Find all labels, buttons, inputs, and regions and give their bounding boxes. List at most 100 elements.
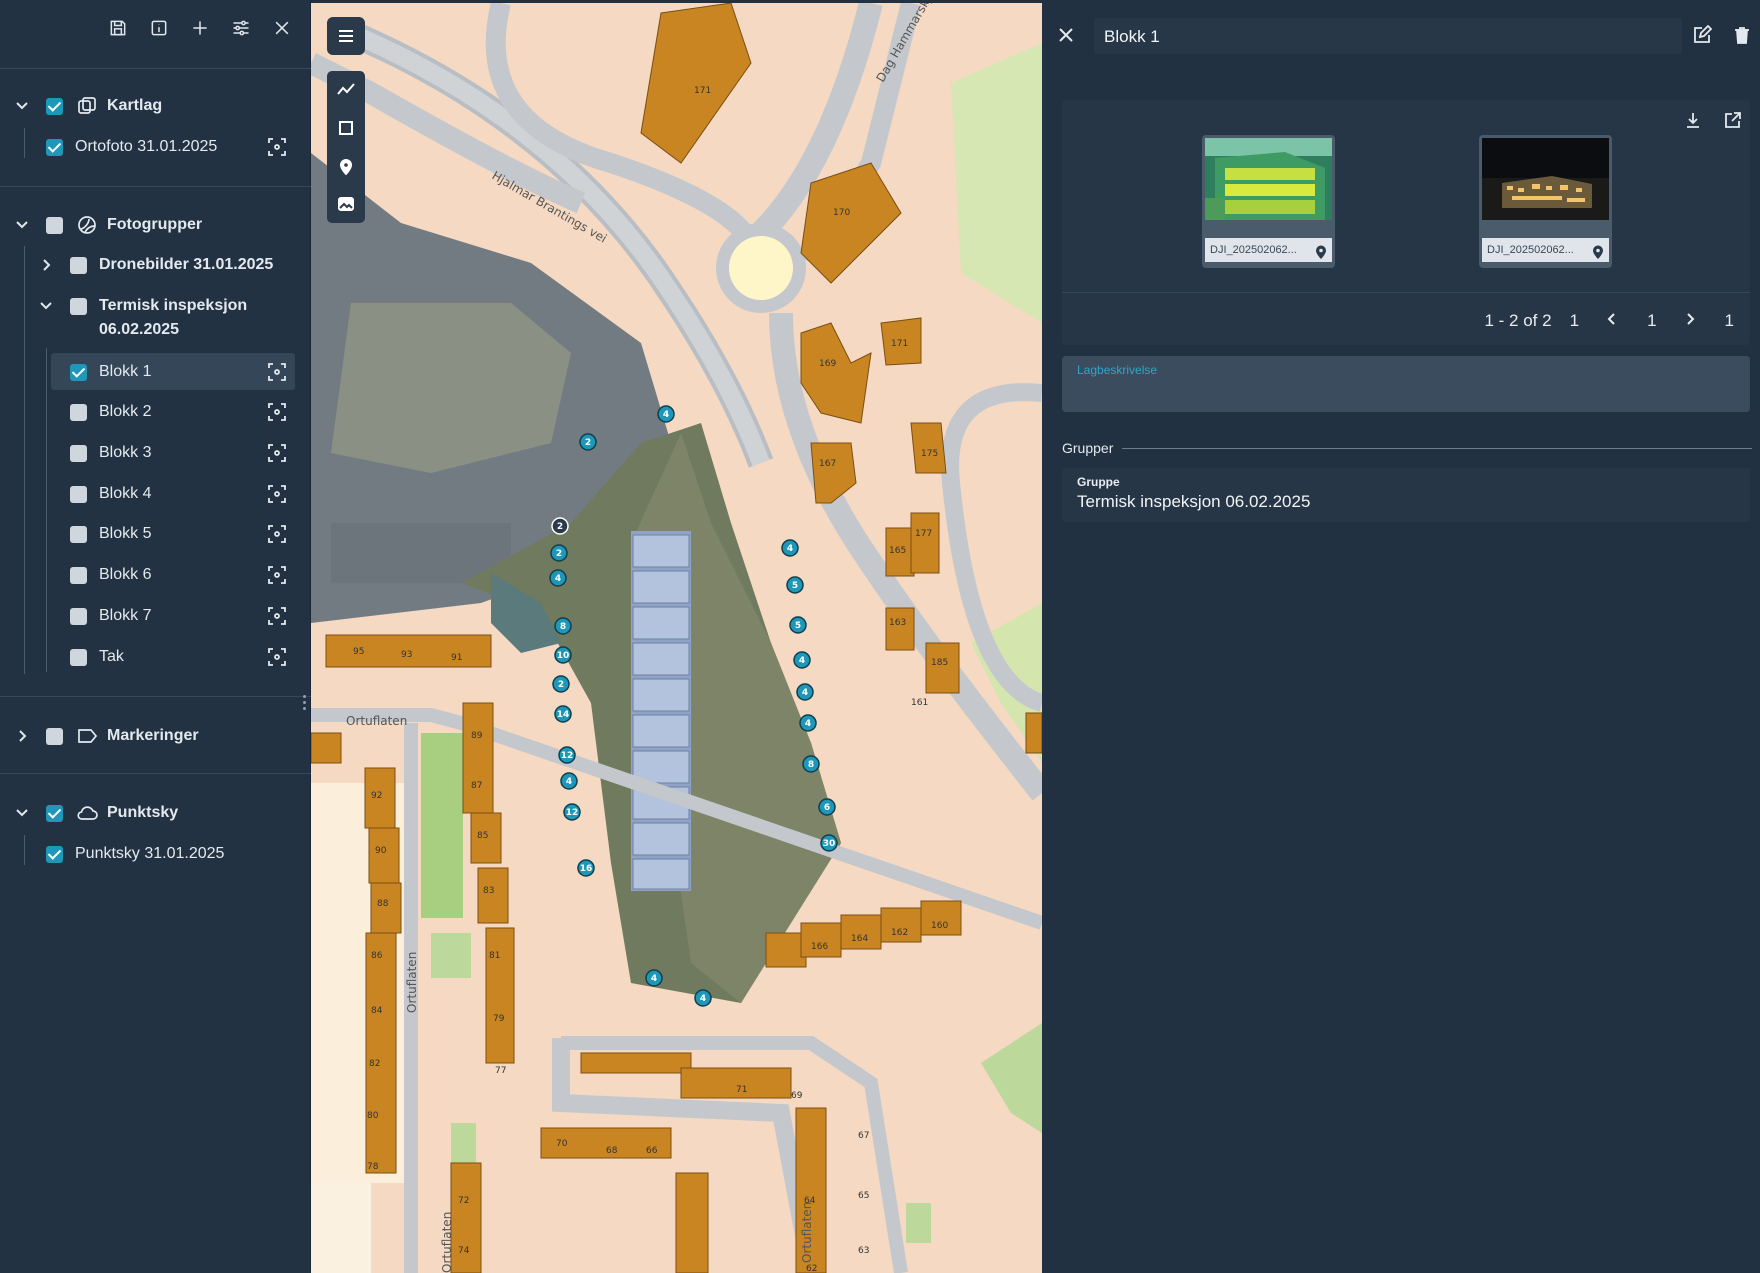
group-markeringer[interactable]: Markeringer (0, 716, 311, 756)
add-image-button[interactable] (327, 185, 365, 223)
left-resize-handle[interactable] (303, 695, 307, 715)
chevron-down-icon[interactable] (36, 296, 56, 316)
zoom-to-layer-icon[interactable] (267, 606, 287, 626)
photo-marker[interactable]: 4 (555, 574, 561, 584)
chevron-down-icon[interactable] (12, 803, 32, 823)
photo-marker[interactable]: 4 (566, 777, 572, 787)
photo-marker[interactable]: 5 (792, 581, 798, 591)
photo-marker[interactable]: 6 (824, 803, 830, 813)
zoom-to-layer-icon[interactable] (267, 524, 287, 544)
photo-marker[interactable]: 2 (585, 438, 591, 448)
layer-blokk-5[interactable]: Blokk 5 (0, 514, 311, 554)
photo-marker[interactable]: 2 (558, 680, 564, 690)
title-field[interactable]: Blokk 1 (1094, 18, 1682, 54)
download-button[interactable] (1683, 110, 1705, 132)
layer-blokk-1[interactable]: Blokk 1 (0, 352, 311, 392)
edit-button[interactable] (1692, 24, 1714, 47)
group-entry[interactable]: Gruppe Termisk inspeksjon 06.02.2025 (1062, 468, 1750, 522)
group-termisk[interactable]: Termisk inspeksjon 06.02.2025 (0, 290, 311, 338)
prev-page-button[interactable] (1605, 311, 1621, 331)
checkbox-dronebilder[interactable] (70, 256, 87, 274)
checkbox-punktsky[interactable] (46, 804, 63, 822)
first-page-button[interactable]: 1 (1570, 311, 1579, 331)
checkbox-fotogrupper[interactable] (46, 216, 63, 234)
checkbox-termisk[interactable] (70, 298, 87, 315)
group-fotogrupper[interactable]: Fotogrupper (0, 205, 311, 245)
photo-marker[interactable]: 5 (795, 621, 801, 631)
last-page-button[interactable]: 1 (1725, 311, 1734, 331)
photo-marker[interactable]: 14 (557, 710, 570, 720)
checkbox-blokk-6[interactable] (70, 566, 87, 584)
photo-marker[interactable]: 4 (799, 656, 805, 666)
layer-ortofoto[interactable]: Ortofoto 31.01.2025 (0, 127, 311, 167)
draw-line-button[interactable] (327, 71, 365, 109)
zoom-to-layer-icon[interactable] (267, 647, 287, 667)
layer-punktsky-item[interactable]: Punktsky 31.01.2025 (0, 834, 311, 874)
layer-tak[interactable]: Tak (0, 637, 311, 677)
chevron-down-icon[interactable] (12, 96, 32, 116)
pin-icon[interactable] (1314, 244, 1328, 260)
close-detail-button[interactable] (1056, 25, 1078, 47)
pin-icon[interactable] (1591, 244, 1605, 260)
zoom-to-layer-icon[interactable] (267, 362, 287, 382)
layer-blokk-2[interactable]: Blokk 2 (0, 392, 311, 432)
layer-blokk-3[interactable]: Blokk 3 (0, 433, 311, 473)
photo-marker[interactable]: 12 (561, 751, 574, 761)
map-canvas[interactable]: 171 170 169 171 167 175 165 177 163 185 … (311, 3, 1042, 1273)
save-button[interactable] (104, 14, 132, 42)
checkbox-tak[interactable] (70, 648, 87, 666)
photo-marker[interactable]: 4 (663, 410, 669, 420)
photo-marker[interactable]: 12 (566, 808, 579, 818)
description-field[interactable]: Lagbeskrivelse (1062, 356, 1750, 412)
group-dronebilder[interactable]: Dronebilder 31.01.2025 (0, 245, 311, 285)
chevron-right-icon[interactable] (36, 255, 56, 275)
photo-marker[interactable]: 10 (557, 651, 570, 661)
checkbox-blokk-4[interactable] (70, 485, 87, 503)
photo-thumb[interactable]: DJI_202502062... (1202, 135, 1335, 268)
group-kartlag[interactable]: Kartlag (0, 86, 311, 126)
add-point-button[interactable] (327, 147, 365, 185)
chevron-down-icon[interactable] (12, 215, 32, 235)
draw-polygon-button[interactable] (327, 109, 365, 147)
zoom-to-layer-icon[interactable] (267, 443, 287, 463)
open-external-button[interactable] (1723, 110, 1745, 132)
delete-button[interactable] (1732, 25, 1754, 47)
checkbox-blokk-5[interactable] (70, 525, 87, 543)
close-panel-button[interactable] (268, 14, 296, 42)
checkbox-blokk-7[interactable] (70, 607, 87, 625)
chevron-right-icon[interactable] (12, 726, 32, 746)
photo-marker-selected[interactable]: 2 (557, 522, 563, 532)
photo-marker[interactable]: 16 (580, 864, 593, 874)
photo-marker[interactable]: 8 (560, 622, 566, 632)
layer-blokk-7[interactable]: Blokk 7 (0, 596, 311, 636)
zoom-to-layer-icon[interactable] (267, 402, 287, 422)
photo-thumb[interactable]: DJI_202502062... (1479, 135, 1612, 268)
checkbox-markeringer[interactable] (46, 727, 63, 745)
photo-marker[interactable]: 30 (823, 839, 836, 849)
checkbox-blokk-1[interactable] (70, 363, 87, 381)
group-punktsky[interactable]: Punktsky (0, 793, 311, 833)
photo-marker[interactable]: 4 (805, 719, 811, 729)
add-button[interactable] (186, 14, 214, 42)
zoom-to-layer-icon[interactable] (267, 484, 287, 504)
photo-marker[interactable]: 4 (802, 688, 808, 698)
photo-marker[interactable]: 2 (556, 549, 562, 559)
photo-marker[interactable]: 8 (808, 760, 814, 770)
checkbox-kartlag[interactable] (46, 97, 63, 115)
photo-marker[interactable]: 4 (700, 994, 706, 1004)
checkbox-blokk-2[interactable] (70, 403, 87, 421)
checkbox-ortofoto[interactable] (46, 138, 63, 156)
checkbox-punktsky-item[interactable] (46, 845, 63, 863)
zoom-to-layer-icon[interactable] (267, 565, 287, 585)
zoom-to-layer-icon[interactable] (267, 137, 287, 157)
settings-button[interactable] (227, 14, 255, 42)
photo-marker[interactable]: 4 (651, 974, 657, 984)
info-button[interactable] (145, 14, 173, 42)
layer-blokk-6[interactable]: Blokk 6 (0, 555, 311, 595)
photo-marker[interactable]: 4 (787, 544, 793, 554)
next-page-button[interactable] (1683, 311, 1699, 331)
map-menu-button[interactable] (327, 17, 365, 55)
map-view[interactable]: 171 170 169 171 167 175 165 177 163 185 … (311, 3, 1042, 1273)
checkbox-blokk-3[interactable] (70, 444, 87, 462)
layer-blokk-4[interactable]: Blokk 4 (0, 474, 311, 514)
